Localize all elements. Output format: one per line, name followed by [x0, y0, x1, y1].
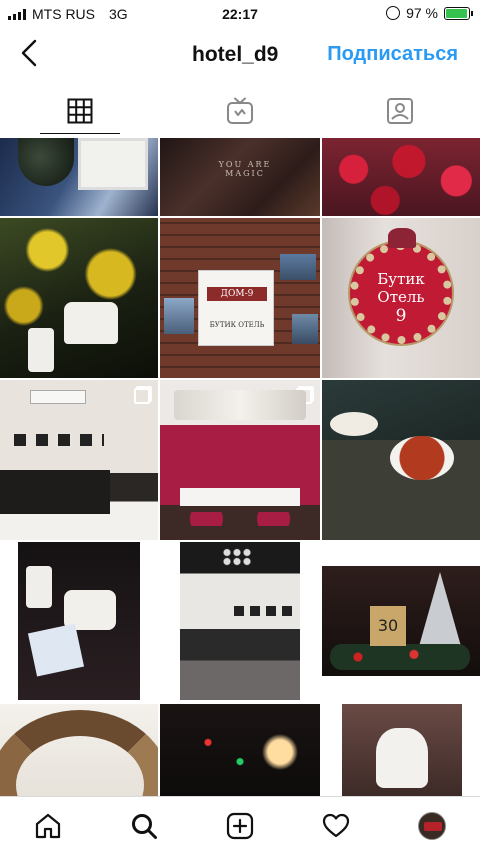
reindeer-figure [376, 728, 428, 788]
bed-linen [180, 488, 300, 506]
telephone-image [64, 302, 118, 344]
post-tile[interactable] [322, 704, 480, 796]
status-bar: MTS RUS 3G 22:17 97 % [0, 0, 480, 28]
sign-dom9-bottom: БУТИК ОТЕЛЬ [209, 321, 265, 329]
pinecone-wreath [0, 710, 158, 796]
ac-unit [30, 390, 86, 404]
nav-activity-button[interactable] [316, 806, 356, 846]
soup-bowl [390, 436, 454, 480]
tab-igtv[interactable] [160, 88, 320, 134]
neon-caption: YOU ARE MAGIC [218, 160, 272, 178]
rotation-lock-icon [386, 6, 401, 20]
profile-tabs [0, 88, 480, 134]
bottom-nav [0, 796, 480, 854]
card-image [27, 623, 85, 677]
inner-photo [180, 542, 300, 700]
back-button[interactable] [14, 38, 44, 68]
posts-grid: YOU ARE MAGIC ДОМ-9 БУТИК ОТЕЛЬ Бутик От… [0, 138, 480, 796]
picture-frame [292, 314, 318, 344]
inner-photo [342, 704, 462, 796]
battery-icon [444, 6, 473, 20]
wall-frames [234, 606, 294, 616]
wreath-text-3: 9 [395, 306, 407, 326]
sign-dom9-top: ДОМ-9 [207, 287, 267, 301]
headboard-mirror [174, 390, 306, 420]
activity-heart-icon [322, 813, 350, 837]
multi-photo-icon [134, 388, 150, 404]
nav-new-post-button[interactable] [220, 806, 260, 846]
tagged-icon [387, 98, 413, 124]
headboard [0, 470, 110, 514]
nav-search-button[interactable] [124, 806, 164, 846]
picture-frame [280, 254, 316, 280]
wreath-text-2: Отель [377, 288, 425, 306]
nav-profile-button[interactable] [412, 806, 452, 846]
inner-photo [18, 542, 140, 700]
status-right: 97 % [386, 5, 473, 21]
battery-percent: 97 % [406, 5, 438, 21]
inner-photo: 30 [322, 566, 480, 676]
search-icon [132, 813, 157, 839]
avatar-logo [424, 821, 442, 831]
lantern-image [28, 328, 54, 372]
post-tile[interactable]: 30 [322, 542, 480, 702]
page-title: hotel_d9 [192, 43, 279, 66]
post-tile[interactable]: Бутик Отель 9 [322, 218, 480, 378]
post-tile[interactable] [0, 542, 158, 702]
profile-avatar [418, 811, 446, 840]
follow-button[interactable]: Подписаться [327, 43, 458, 66]
nav-home-button[interactable] [28, 806, 68, 846]
home-icon [35, 813, 61, 838]
post-tile[interactable] [322, 138, 480, 216]
bread-plate [330, 412, 378, 436]
post-tile[interactable] [0, 138, 158, 216]
sign-dom9: ДОМ-9 БУТИК ОТЕЛЬ [198, 270, 274, 346]
battery-fill [446, 8, 468, 18]
chevron-left-icon [21, 39, 37, 67]
pillows [184, 512, 296, 526]
igtv-icon [227, 97, 253, 124]
grid-icon [67, 98, 93, 124]
frame-image [78, 138, 148, 190]
wreath-bow [388, 228, 416, 248]
post-tile[interactable] [0, 218, 158, 378]
post-tile[interactable] [322, 380, 480, 540]
new-post-icon [226, 812, 254, 839]
chandelier [222, 548, 252, 566]
post-tile[interactable] [160, 704, 320, 796]
tab-tagged[interactable] [320, 88, 480, 134]
picture-frame [164, 298, 194, 334]
post-tile[interactable] [0, 380, 158, 540]
wreath-text-1: Бутик [377, 270, 425, 288]
lantern-image [26, 566, 52, 608]
post-tile[interactable] [0, 704, 158, 796]
post-tile[interactable]: ДОМ-9 БУТИК ОТЕЛЬ [160, 218, 320, 378]
profile-header: hotel_d9 Подписаться [0, 28, 480, 80]
tab-posts-grid[interactable] [0, 88, 160, 134]
post-tile[interactable] [160, 380, 320, 540]
pinecone-image [18, 138, 74, 186]
post-tile[interactable] [160, 542, 320, 702]
garland [330, 644, 470, 670]
wall-frames [14, 434, 104, 446]
calendar-number: 30 [377, 616, 399, 635]
post-tile[interactable]: YOU ARE MAGIC [160, 138, 320, 216]
